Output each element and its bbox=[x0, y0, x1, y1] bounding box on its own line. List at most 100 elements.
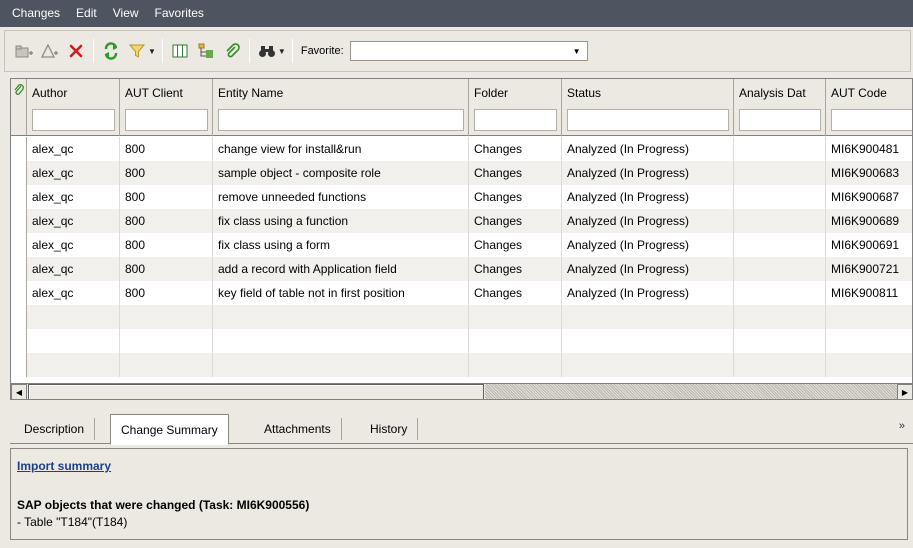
find-dropdown-icon[interactable]: ▼ bbox=[278, 47, 286, 56]
toolbar-separator bbox=[93, 39, 94, 63]
table-cell: fix class using a form bbox=[213, 233, 469, 257]
scrollbar-track[interactable] bbox=[485, 384, 897, 399]
summary-line: - Table "T184"(T184) bbox=[17, 515, 128, 529]
table-cell bbox=[27, 329, 120, 353]
table-cell bbox=[734, 137, 826, 161]
new-change-button[interactable] bbox=[39, 40, 61, 62]
table-cell: key field of table not in first position bbox=[213, 281, 469, 305]
tree-view-button[interactable] bbox=[195, 40, 217, 62]
delete-button[interactable] bbox=[65, 40, 87, 62]
column-header[interactable]: Folder bbox=[469, 79, 562, 136]
table-cell: Analyzed (In Progress) bbox=[562, 233, 734, 257]
menu-edit[interactable]: Edit bbox=[68, 0, 105, 27]
table-cell bbox=[734, 161, 826, 185]
column-header[interactable]: Analysis Dat bbox=[734, 79, 826, 136]
table-cell bbox=[469, 353, 562, 377]
empty-row bbox=[11, 353, 912, 377]
filter-dropdown-icon[interactable]: ▼ bbox=[148, 47, 156, 56]
table-cell: 800 bbox=[120, 137, 213, 161]
horizontal-scrollbar[interactable]: ◀ ▶ bbox=[11, 383, 912, 399]
table-cell: MI6K900689 bbox=[826, 209, 912, 233]
menu-favorites[interactable]: Favorites bbox=[147, 0, 212, 27]
table-cell: MI6K900811 bbox=[826, 281, 912, 305]
column-filter-input[interactable] bbox=[32, 109, 115, 131]
scroll-left-icon[interactable]: ◀ bbox=[11, 384, 27, 399]
table-cell: Analyzed (In Progress) bbox=[562, 257, 734, 281]
tab-history[interactable]: History bbox=[360, 418, 419, 440]
table-cell: Changes bbox=[469, 257, 562, 281]
menu-changes[interactable]: Changes bbox=[4, 0, 68, 27]
table-cell bbox=[734, 305, 826, 329]
select-columns-button[interactable] bbox=[169, 40, 191, 62]
attachment-column-header[interactable] bbox=[11, 79, 27, 135]
row-gutter bbox=[11, 185, 27, 209]
tab-change-summary[interactable]: Change Summary bbox=[110, 414, 229, 445]
tab-description[interactable]: Description bbox=[14, 418, 96, 440]
table-cell bbox=[826, 353, 912, 377]
column-filter-input[interactable] bbox=[218, 109, 464, 131]
table-row[interactable]: alex_qc 800 change view for install&run Cha… bbox=[11, 137, 912, 161]
row-gutter bbox=[11, 137, 27, 161]
scrollbar-thumb[interactable] bbox=[28, 384, 484, 399]
table-row[interactable]: alex_qc 800 sample object - composite role… bbox=[11, 161, 912, 185]
scroll-right-icon[interactable]: ▶ bbox=[897, 384, 912, 399]
table-cell bbox=[734, 233, 826, 257]
menu-view[interactable]: View bbox=[105, 0, 147, 27]
import-summary-link[interactable]: Import summary bbox=[17, 459, 111, 473]
column-filter-input[interactable] bbox=[125, 109, 208, 131]
table-cell bbox=[27, 353, 120, 377]
column-title: Entity Name bbox=[218, 86, 284, 100]
delete-x-icon bbox=[69, 44, 83, 58]
row-gutter bbox=[11, 209, 27, 233]
row-gutter bbox=[11, 305, 27, 329]
table-row[interactable]: alex_qc 800 remove unneeded functions Chang… bbox=[11, 185, 912, 209]
row-gutter bbox=[11, 161, 27, 185]
table-cell: Analyzed (In Progress) bbox=[562, 281, 734, 305]
table-row[interactable]: alex_qc 800 fix class using a function Chan… bbox=[11, 209, 912, 233]
table-cell bbox=[120, 353, 213, 377]
filter-funnel-icon bbox=[129, 44, 145, 58]
table-cell: alex_qc bbox=[27, 281, 120, 305]
empty-row bbox=[11, 329, 912, 353]
column-header[interactable]: Status bbox=[562, 79, 734, 136]
table-cell: change view for install&run bbox=[213, 137, 469, 161]
favorite-select[interactable]: ▼ bbox=[349, 41, 588, 61]
table-cell: alex_qc bbox=[27, 257, 120, 281]
column-filter-input[interactable] bbox=[739, 109, 821, 131]
column-title: Analysis Dat bbox=[739, 86, 806, 100]
attachments-button[interactable] bbox=[221, 40, 243, 62]
table-row[interactable]: alex_qc 800 key field of table not in firs… bbox=[11, 281, 912, 305]
column-title: AUT Code bbox=[831, 86, 887, 100]
column-header[interactable]: Entity Name bbox=[213, 79, 469, 136]
column-header[interactable]: AUT Code bbox=[826, 79, 912, 136]
column-header[interactable]: Author bbox=[27, 79, 120, 136]
table-cell bbox=[826, 305, 912, 329]
new-folder-button[interactable] bbox=[13, 40, 35, 62]
table-cell bbox=[734, 353, 826, 377]
chevron-down-icon[interactable]: ▼ bbox=[571, 43, 583, 59]
binoculars-icon bbox=[258, 46, 275, 57]
change-summary-panel: Import summary SAP objects that were cha… bbox=[10, 448, 908, 540]
table-row[interactable]: alex_qc 800 fix class using a form Changes A… bbox=[11, 233, 912, 257]
table-cell bbox=[213, 353, 469, 377]
column-header[interactable]: AUT Client bbox=[120, 79, 213, 136]
column-filter-input[interactable] bbox=[474, 109, 557, 131]
table-cell bbox=[734, 281, 826, 305]
table-row[interactable]: alex_qc 800 add a record with Application … bbox=[11, 257, 912, 281]
table-cell: MI6K900481 bbox=[826, 137, 912, 161]
column-filter-input[interactable] bbox=[567, 109, 729, 131]
collapse-chevrons-icon[interactable]: » bbox=[899, 420, 905, 432]
find-button[interactable] bbox=[256, 40, 278, 62]
column-filter-input[interactable] bbox=[831, 109, 912, 131]
table-cell bbox=[562, 329, 734, 353]
table-cell: Analyzed (In Progress) bbox=[562, 209, 734, 233]
table-cell: alex_qc bbox=[27, 233, 120, 257]
table-cell: Changes bbox=[469, 281, 562, 305]
table-cell: Changes bbox=[469, 137, 562, 161]
toolbar: ▼ ▼ Favorite: ▼ bbox=[4, 30, 911, 72]
filter-button[interactable] bbox=[126, 40, 148, 62]
refresh-button[interactable] bbox=[100, 40, 122, 62]
tab-attachments[interactable]: Attachments bbox=[254, 418, 342, 440]
table-cell: 800 bbox=[120, 281, 213, 305]
paperclip-icon bbox=[226, 43, 240, 58]
